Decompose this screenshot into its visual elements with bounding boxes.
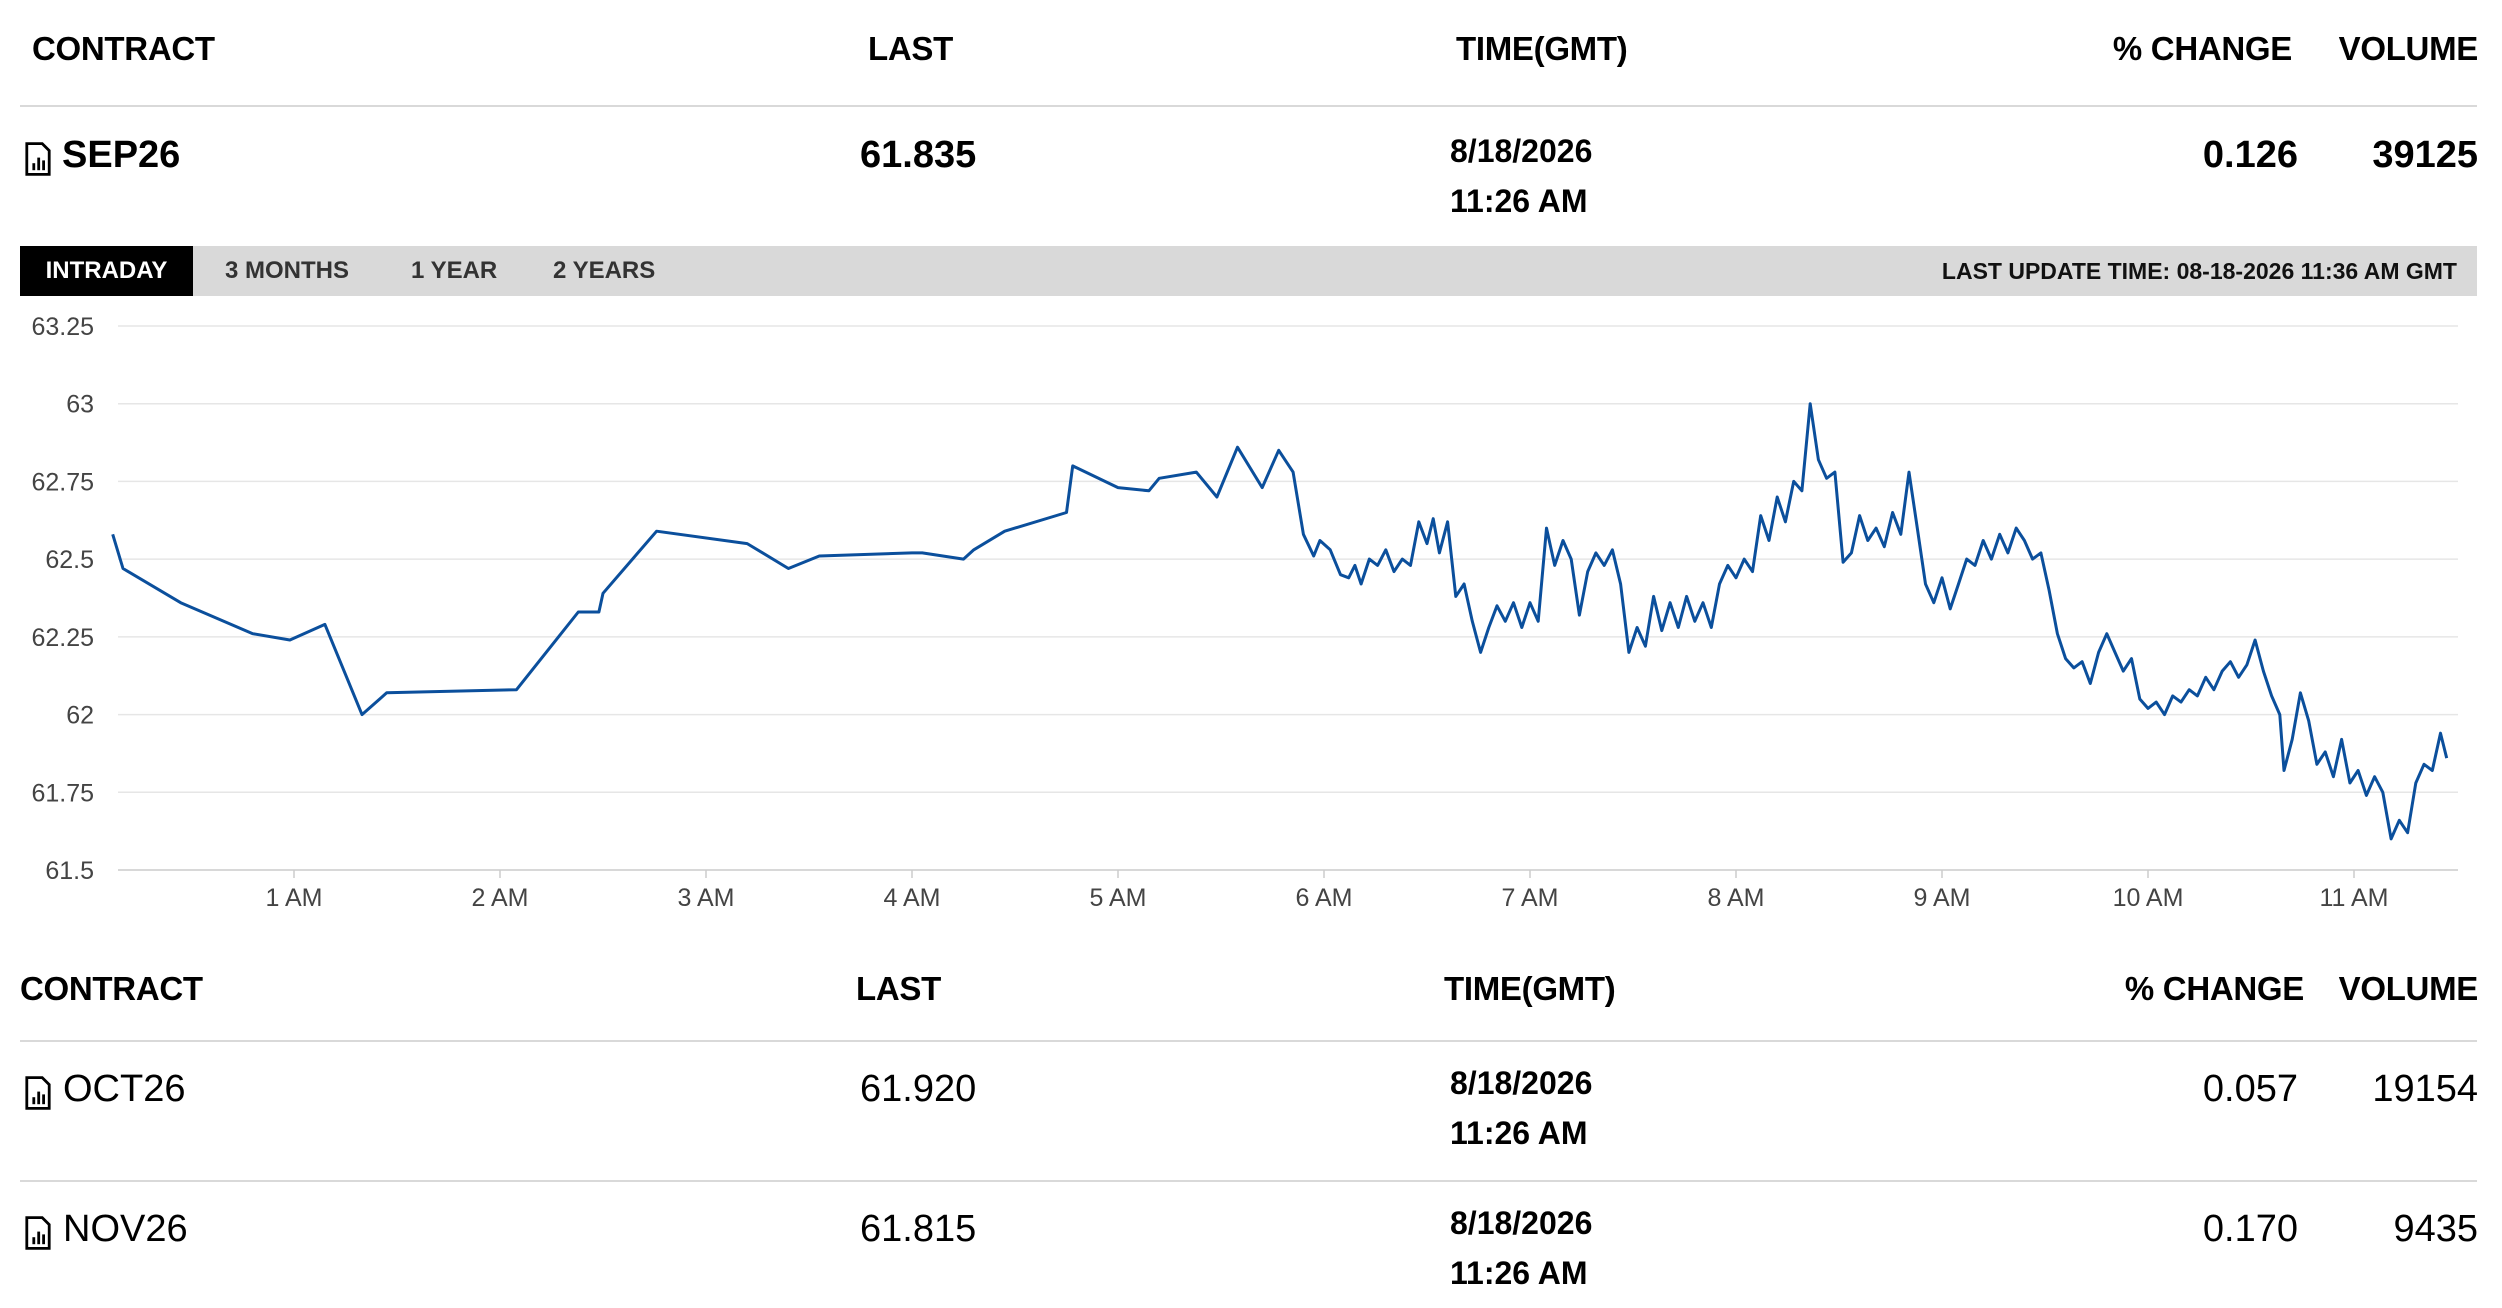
- header-time: TIME(GMT): [1444, 970, 1616, 1007]
- header-divider: [20, 105, 2477, 107]
- contract-name[interactable]: NOV26: [63, 1208, 188, 1251]
- x-tick-label: 4 AM: [884, 884, 941, 912]
- document-chart-icon[interactable]: [24, 1076, 52, 1110]
- header-time: TIME(GMT): [1456, 30, 1628, 67]
- header-change: % CHANGE: [2124, 970, 2304, 1007]
- document-chart-icon[interactable]: [24, 1216, 52, 1250]
- percent-change: 0.170: [2202, 1208, 2298, 1250]
- volume: 19154: [2372, 1068, 2478, 1110]
- header-last: LAST: [868, 30, 953, 67]
- y-tick-label: 63: [66, 391, 94, 419]
- y-tick-label: 63.25: [31, 313, 94, 341]
- x-tick-label: 3 AM: [678, 884, 735, 912]
- trade-time: 11:26 AM: [1450, 1255, 1588, 1291]
- x-tick-label: 8 AM: [1708, 884, 1765, 912]
- x-tick-label: 2 AM: [472, 884, 529, 912]
- intraday-price-chart: 63.25 63 62.75 62.5 62.25 62 61.75 61.5 1 AM 2 A…: [31, 313, 2458, 912]
- percent-change: 0.057: [2202, 1068, 2298, 1110]
- document-chart-icon[interactable]: [24, 142, 52, 176]
- last-update-time: LAST UPDATE TIME: 08-18-2026 11:36 AM GM…: [1941, 258, 2457, 284]
- trade-time: 11:26 AM: [1450, 1115, 1588, 1151]
- y-tick-label: 61.75: [31, 779, 94, 807]
- header-divider: [20, 1040, 2477, 1042]
- y-tick-label: 62: [66, 702, 94, 730]
- percent-change: 0.126: [2202, 134, 2298, 176]
- trade-date: 8/18/2026: [1450, 1065, 1593, 1101]
- header-change: % CHANGE: [2112, 30, 2292, 67]
- last-price: 61.835: [860, 134, 977, 176]
- price-line: [111, 402, 2449, 841]
- tab-3-months[interactable]: 3 MONTHS: [225, 246, 349, 296]
- contract-name[interactable]: OCT26: [63, 1068, 185, 1111]
- x-tick-label: 11 AM: [2319, 884, 2388, 912]
- y-tick-label: 62.75: [31, 468, 94, 496]
- x-tick-label: 6 AM: [1296, 884, 1353, 912]
- tab-1-year[interactable]: 1 YEAR: [411, 246, 497, 296]
- x-tick-label: 5 AM: [1090, 884, 1147, 912]
- header-last: LAST: [856, 970, 941, 1007]
- x-tick-label: 7 AM: [1502, 884, 1559, 912]
- header-volume: VOLUME: [2338, 970, 2479, 1007]
- header-contract: CONTRACT: [32, 30, 215, 67]
- x-tick-label: 1 AM: [266, 884, 323, 912]
- header-volume: VOLUME: [2338, 30, 2479, 67]
- y-tick-label: 62.5: [45, 546, 94, 574]
- trade-date: 8/18/2026: [1450, 133, 1593, 169]
- y-tick-label: 62.25: [31, 624, 94, 652]
- volume: 9435: [2393, 1208, 2478, 1250]
- tab-2-years[interactable]: 2 YEARS: [553, 246, 655, 296]
- volume: 39125: [2372, 134, 2478, 176]
- x-tick-label: 10 AM: [2113, 884, 2184, 912]
- x-tick-label: 9 AM: [1914, 884, 1971, 912]
- chart-range-tabs: INTRADAY 3 MONTHS 1 YEAR 2 YEARS LAST UP…: [20, 246, 2477, 296]
- y-tick-label: 61.5: [45, 857, 94, 885]
- last-price: 61.920: [860, 1068, 977, 1110]
- row-divider: [20, 1180, 2477, 1182]
- trade-time: 11:26 AM: [1450, 183, 1588, 219]
- last-price: 61.815: [860, 1208, 977, 1250]
- contract-name[interactable]: SEP26: [62, 134, 180, 177]
- tab-intraday[interactable]: INTRADAY: [20, 246, 193, 296]
- trade-date: 8/18/2026: [1450, 1205, 1593, 1241]
- header-contract: CONTRACT: [20, 970, 203, 1007]
